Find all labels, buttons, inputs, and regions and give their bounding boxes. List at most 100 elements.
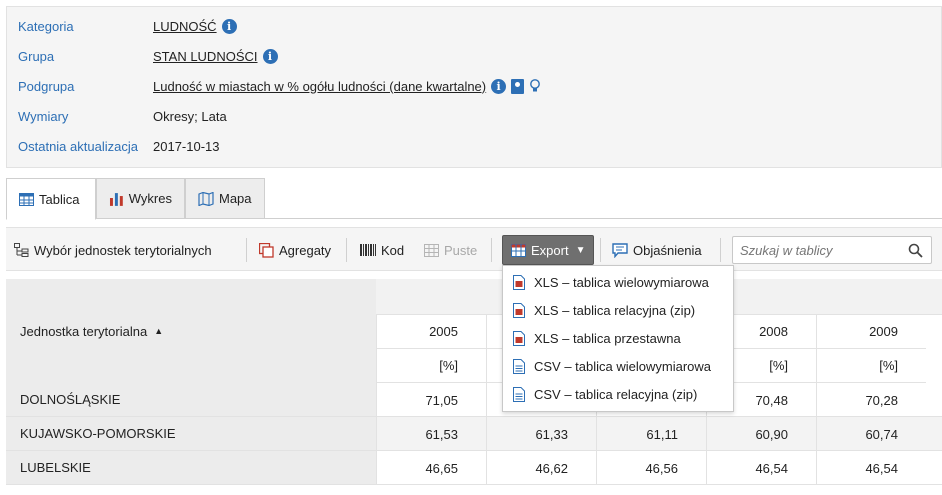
speech-bubble-icon	[612, 242, 628, 258]
unit-column-header-label: Jednostka terytorialna	[20, 323, 148, 339]
export-menu-item[interactable]: CSV – tablica relacyjna (zip)	[503, 380, 733, 409]
export-menu-item[interactable]: CSV – tablica wielowymiarowa	[503, 352, 733, 381]
empty-label: Puste	[444, 242, 478, 258]
toolbar-divider	[600, 238, 601, 262]
barcode-icon	[360, 244, 376, 256]
table-cell: 60,90	[706, 417, 816, 451]
export-menu-item[interactable]: XLS – tablica przestawna	[503, 324, 733, 353]
search-icon[interactable]	[908, 243, 923, 258]
map-icon	[198, 191, 214, 206]
table-cell: 46,54	[706, 451, 816, 485]
meta-row-subgroup: Podgrupa Ludność w miastach w % ogółu lu…	[7, 71, 941, 101]
group-label: Grupa	[18, 48, 55, 64]
info-icon[interactable]: i	[221, 18, 237, 34]
export-menu-item[interactable]: XLS – tablica wielowymiarowa	[503, 268, 733, 297]
export-button[interactable]: Export ▼	[502, 235, 595, 265]
xls-file-icon	[513, 331, 525, 346]
export-menu-item-label: XLS – tablica wielowymiarowa	[534, 275, 709, 290]
toolbar-divider	[720, 238, 721, 262]
toolbar-divider	[246, 238, 247, 262]
tab-chart-label: Wykres	[128, 191, 172, 206]
table-cell: 46,56	[596, 451, 706, 485]
view-tabs: Tablica Wykres Mapa	[6, 178, 942, 220]
table-cell: 46,54	[816, 451, 926, 485]
table-search-input[interactable]	[733, 237, 903, 263]
year-header[interactable]: 2009	[816, 315, 926, 349]
export-menu-item[interactable]: XLS – tablica relacyjna (zip)	[503, 296, 733, 325]
aggregates-label: Agregaty	[279, 242, 332, 258]
last-update-value: 2017-10-13	[153, 138, 220, 154]
explanations-label: Objaśnienia	[633, 242, 702, 258]
lightbulb-icon[interactable]	[529, 78, 541, 94]
empty-grid-icon	[424, 243, 439, 257]
code-button[interactable]: Kod	[360, 236, 404, 264]
metadata-panel: Kategoria LUDNOŚĆ i Grupa STAN LUDNOŚCI …	[6, 6, 942, 168]
unit-header: [%]	[816, 349, 926, 383]
caret-down-icon: ▼	[575, 244, 586, 256]
meta-row-dimensions: Wymiary Okresy; Lata	[7, 101, 941, 131]
code-label: Kod	[381, 242, 405, 258]
subgroup-label: Podgrupa	[18, 78, 75, 94]
category-label: Kategoria	[18, 18, 74, 34]
tab-map-label: Mapa	[219, 191, 252, 206]
row-unit-name: DOLNOŚLĄSKIE	[6, 383, 376, 417]
table-cell: 60,74	[816, 417, 926, 451]
table-cell: 61,33	[486, 417, 596, 451]
tab-chart[interactable]: Wykres	[96, 178, 185, 219]
table-cell: 46,65	[376, 451, 486, 485]
hierarchy-icon	[14, 243, 29, 257]
toolbar-divider	[346, 238, 347, 262]
info-icon[interactable]: i	[491, 78, 507, 94]
bar-chart-icon	[109, 192, 123, 206]
row-unit-name: LUBELSKIE	[6, 451, 376, 485]
table-cell: 61,53	[376, 417, 486, 451]
csv-file-icon	[513, 359, 525, 374]
export-label: Export	[531, 242, 569, 258]
explanations-button[interactable]: Objaśnienia	[612, 236, 702, 264]
subgroup-link[interactable]: Ludność w miastach w % ogółu ludności (d…	[153, 79, 486, 94]
export-menu-item-label: CSV – tablica relacyjna (zip)	[534, 387, 698, 402]
row-unit-name: KUJAWSKO-POMORSKIE	[6, 417, 376, 451]
tab-table-label: Tablica	[39, 191, 80, 207]
dimensions-value: Okresy; Lata	[153, 108, 227, 124]
table-cell: 70,28	[816, 383, 926, 417]
group-link[interactable]: STAN LUDNOŚCI	[153, 49, 258, 64]
territorial-units-label: Wybór jednostek terytorialnych	[34, 242, 212, 258]
meta-row-last-update: Ostatnia aktualizacja 2017-10-13	[7, 131, 941, 161]
aggregate-icon	[259, 242, 274, 258]
table-row: LUBELSKIE 46,65 46,62 46,56 46,54 46,54	[6, 451, 942, 485]
export-menu-item-label: XLS – tablica relacyjna (zip)	[534, 303, 696, 318]
table-cell: 71,05	[376, 383, 486, 417]
export-menu-item-label: XLS – tablica przestawna	[534, 331, 681, 346]
table-export-icon	[511, 243, 526, 257]
unit-column-header[interactable]: Jednostka terytorialna ▲	[6, 279, 376, 383]
toolbar-divider	[491, 238, 492, 262]
info-icon[interactable]: i	[262, 48, 278, 64]
table-cell: 46,62	[486, 451, 596, 485]
table-toolbar: Wybór jednostek terytorialnych Agregaty …	[6, 227, 942, 271]
table-row: KUJAWSKO-POMORSKIE 61,53 61,33 61,11 60,…	[6, 417, 942, 451]
sort-ascending-icon[interactable]: ▲	[154, 326, 163, 336]
meta-row-group: Grupa STAN LUDNOŚCI i	[7, 41, 941, 71]
data-table: Jednostka terytorialna ▲ 2005 2008 2009 …	[6, 279, 942, 495]
category-link[interactable]: LUDNOŚĆ	[153, 19, 217, 34]
xls-file-icon	[513, 303, 525, 318]
table-row: DOLNOŚLĄSKIE 71,05 70,48 70,28	[6, 383, 942, 417]
unit-header: [%]	[376, 349, 486, 383]
empty-button[interactable]: Puste	[424, 236, 477, 264]
tab-table[interactable]: Tablica	[6, 178, 96, 220]
tab-map[interactable]: Mapa	[185, 178, 265, 219]
meta-row-category: Kategoria LUDNOŚĆ i	[7, 11, 941, 41]
last-update-label: Ostatnia aktualizacja	[18, 138, 138, 154]
export-menu: XLS – tablica wielowymiarowa XLS – tabli…	[502, 265, 734, 412]
dimensions-label: Wymiary	[18, 108, 69, 124]
export-menu-item-label: CSV – tablica wielowymiarowa	[534, 359, 712, 374]
year-header[interactable]: 2005	[376, 315, 486, 349]
table-icon	[19, 192, 34, 206]
csv-file-icon	[513, 387, 525, 402]
xls-file-icon	[513, 275, 525, 290]
table-cell: 61,11	[596, 417, 706, 451]
contact-book-icon[interactable]	[511, 78, 525, 94]
aggregates-button[interactable]: Agregaty	[259, 236, 331, 264]
territorial-units-button[interactable]: Wybór jednostek terytorialnych	[14, 236, 212, 264]
